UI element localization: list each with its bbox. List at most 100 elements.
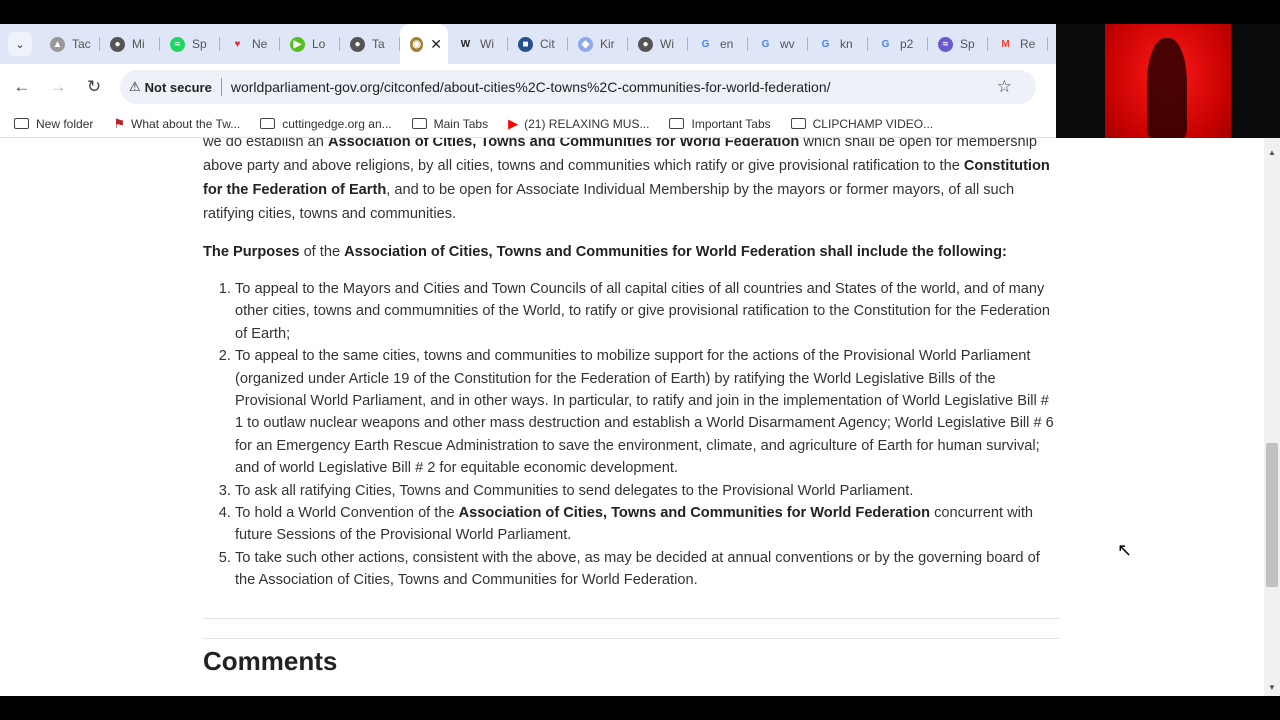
forward-icon[interactable]: → [40, 77, 76, 97]
divider [203, 638, 1060, 639]
google-icon: G [881, 38, 890, 50]
tab[interactable]: ● Wi [628, 24, 688, 64]
bookmark-label: Important Tabs [691, 116, 771, 131]
bookmark-item[interactable]: Important Tabs [669, 116, 771, 131]
gmail-icon: M [1001, 38, 1010, 50]
tab-title: wv [780, 37, 795, 51]
tab[interactable]: ■ Cit [508, 24, 568, 64]
list-item: To hold a World Convention of the Associ… [235, 502, 1061, 547]
tab-title: Mi [132, 37, 145, 51]
bookmark-label: CLIPCHAMP VIDEO... [812, 116, 934, 131]
tab[interactable]: ≈ Sp [928, 24, 988, 64]
bookmark-item[interactable]: ▶ (21) RELAXING MUS... [508, 116, 649, 132]
screen-bottom-border [0, 696, 1280, 720]
bookmark-label: What about the Tw... [131, 116, 241, 131]
tab-title: Wi [480, 37, 494, 51]
security-label[interactable]: Not secure [145, 80, 212, 95]
page-viewport: we do establish an Association of Cities… [0, 138, 1280, 696]
divider [203, 618, 1060, 619]
folder-icon [790, 118, 806, 129]
list-item: To appeal to the same cities, towns and … [235, 345, 1061, 479]
bookmark-item[interactable]: Main Tabs [411, 116, 489, 131]
weebly-icon: W [460, 38, 471, 50]
warning-icon[interactable]: ⚠ [129, 79, 141, 95]
tab-title: en [720, 37, 734, 51]
folder-icon [14, 118, 29, 129]
video-overlay[interactable] [1056, 24, 1280, 148]
tab-title: Ne [252, 37, 268, 51]
tab[interactable]: ≈ Sp [160, 24, 220, 64]
heart-icon: ♥ [234, 38, 241, 50]
address-bar[interactable]: ⚠ Not secure worldparliament-gov.org/cit… [120, 70, 1036, 104]
list-item: To take such other actions, consistent w… [235, 547, 1061, 592]
toolbar: ← → ↻ ⚠ Not secure worldparliament-gov.o… [0, 64, 1056, 110]
tab-title: Cit [540, 37, 555, 51]
tab[interactable]: ◉ ✕ [400, 24, 448, 64]
youtube-icon: ▶ [508, 115, 519, 131]
bookmarks-bar: New folder ⚑ What about the Tw... cuttinged… [0, 110, 1056, 138]
tab-title: Kir [600, 37, 615, 51]
tab[interactable]: ♥ Ne [220, 24, 280, 64]
gms-icon: ■ [518, 36, 533, 52]
bookmark-item[interactable]: New folder [14, 117, 93, 131]
bookmark-item[interactable]: cuttingedge.org an... [260, 117, 392, 131]
list-item: To ask all ratifying Cities, Towns and C… [235, 480, 1061, 502]
tab-title: p2 [900, 37, 914, 51]
folder-icon [260, 118, 276, 129]
url-text[interactable]: worldparliament-gov.org/citconfed/about-… [231, 79, 831, 95]
google-icon: G [761, 38, 770, 50]
tab-title: Sp [960, 37, 975, 51]
mouse-cursor-icon: ↖ [1117, 540, 1133, 560]
tab[interactable]: ◆ Kir [568, 24, 628, 64]
screen-top-border [0, 0, 1280, 24]
article-body: we do establish an Association of Cities… [203, 138, 1061, 592]
video-thumbnail [1105, 24, 1231, 148]
bookmark-item[interactable]: CLIPCHAMP VIDEO... [790, 116, 934, 131]
intro-paragraph: we do establish an Association of Cities… [203, 138, 1050, 222]
tab[interactable]: Gwv [748, 24, 808, 64]
bookmark-label: New folder [36, 116, 94, 131]
tab[interactable]: Gen [688, 24, 748, 64]
scroll-down-icon[interactable]: ▼ [1268, 683, 1276, 692]
close-tab-icon[interactable]: ✕ [430, 36, 442, 53]
shield-icon: ◆ [578, 36, 593, 52]
tab[interactable]: Gkn [808, 24, 868, 64]
tab-search-button[interactable]: ⌄ [8, 32, 32, 56]
tab-title: Wi [660, 37, 674, 51]
bookmark-label: (21) RELAXING MUS... [524, 116, 650, 131]
tab-title: Sp [192, 37, 207, 51]
tab[interactable]: ● Ta [340, 24, 400, 64]
folder-icon [411, 118, 427, 129]
tab[interactable]: M Re [988, 24, 1048, 64]
world-parliament-icon: ◉ [410, 36, 424, 52]
google-icon: G [821, 38, 830, 50]
scroll-up-icon[interactable]: ▲ [1268, 148, 1276, 157]
scrollbar-thumb[interactable] [1266, 443, 1278, 587]
tab[interactable]: Gp2 [868, 24, 928, 64]
tab[interactable]: ▲ Tac [40, 24, 100, 64]
cat-icon: ▲ [50, 36, 65, 52]
tab-title: Tac [72, 37, 91, 51]
tab-title: Ta [372, 37, 385, 51]
spotify-icon: ≈ [938, 36, 953, 52]
globe-icon: ● [110, 36, 125, 52]
tab-title: kn [840, 37, 853, 51]
bookmark-label: Main Tabs [433, 116, 489, 131]
back-icon[interactable]: ← [4, 77, 40, 97]
comments-heading: Comments [203, 646, 338, 676]
tab[interactable]: ● Mi [100, 24, 160, 64]
reload-icon[interactable]: ↻ [76, 77, 112, 97]
globe-icon: ● [638, 36, 653, 52]
tab[interactable]: W Wi [448, 24, 508, 64]
play-icon: ▶ [290, 36, 305, 52]
spotify-icon: ≈ [170, 36, 185, 52]
list-item: To appeal to the Mayors and Cities and T… [235, 278, 1061, 345]
divider [220, 78, 222, 96]
scrollbar[interactable]: ▲ ▼ [1264, 138, 1280, 696]
purposes-heading: The Purposes of the Association of Citie… [203, 244, 1007, 260]
flag-icon: ⚑ [113, 115, 126, 131]
bookmark-star-icon[interactable]: ☆ [997, 77, 1012, 97]
tab[interactable]: ▶ Lo [280, 24, 340, 64]
purposes-list: To appeal to the Mayors and Cities and T… [203, 278, 1061, 592]
bookmark-item[interactable]: ⚑ What about the Tw... [113, 116, 240, 132]
